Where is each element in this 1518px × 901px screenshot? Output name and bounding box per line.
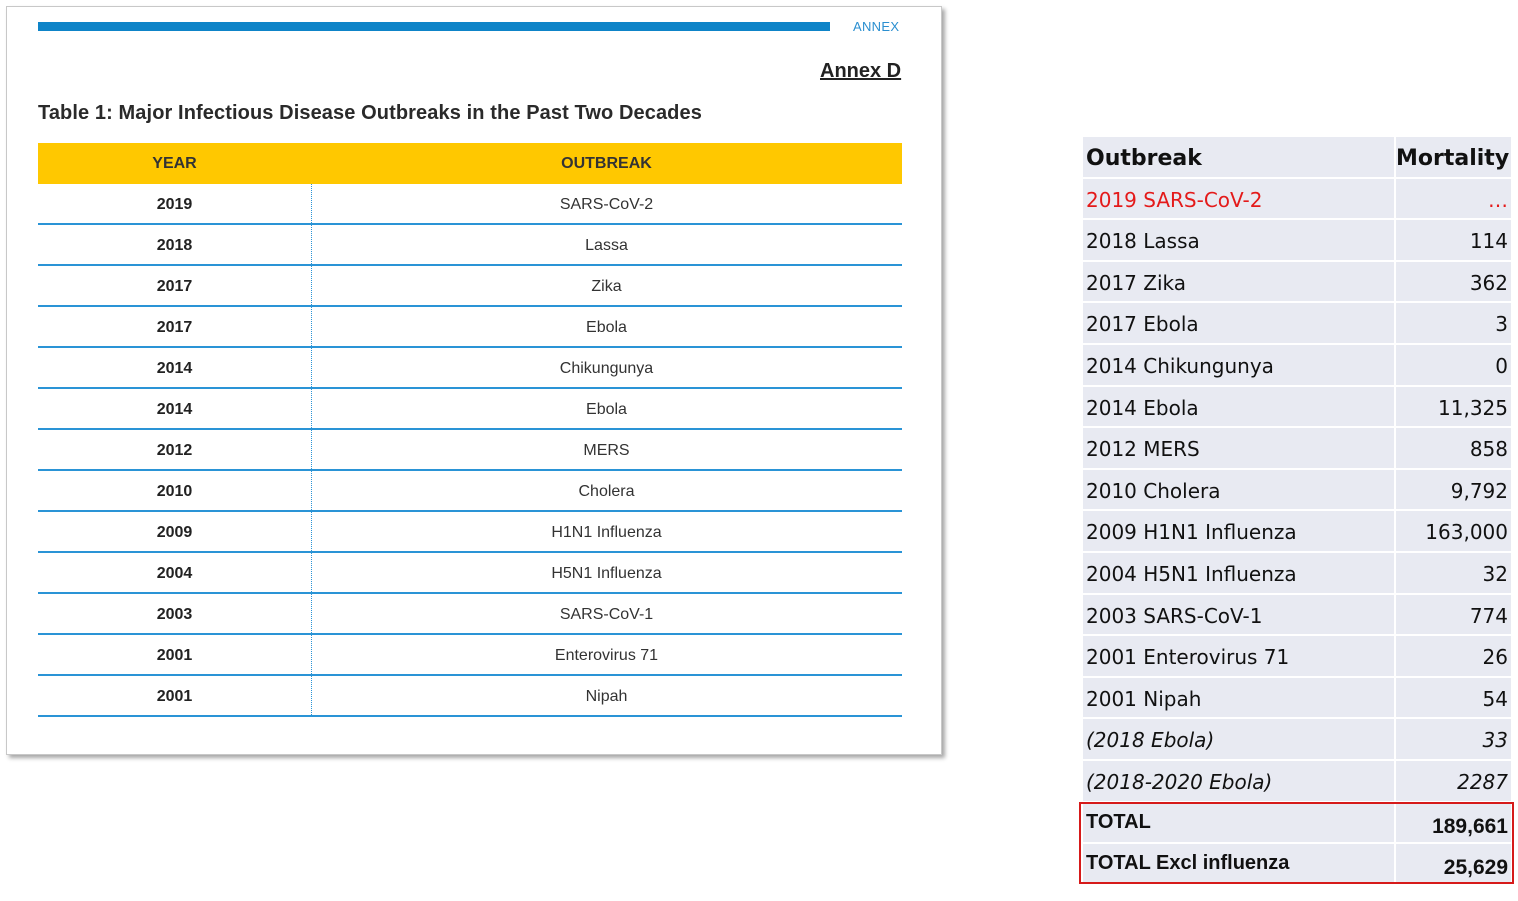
outbreak-name: 2004 H5N1 Influenza — [1083, 552, 1394, 593]
outbreak-table: YEAR OUTBREAK 2019 SARS-CoV-2 2018 Lassa 201… — [38, 143, 902, 717]
outbreak-name: 2012 MERS — [1083, 428, 1394, 468]
outbreak-column-header: OUTBREAK — [561, 155, 652, 172]
year-column-header: YEAR — [152, 155, 197, 172]
year-cell: 2014 — [156, 360, 193, 377]
year-cell: 2019 — [156, 196, 193, 213]
mortality-table: Outbreak Mortality 2019 SARS-CoV-2… 2018 … — [1083, 137, 1511, 886]
mortality-row-note: (2018 Ebola) 33 — [1083, 719, 1511, 761]
mortality-header: Mortality — [1396, 137, 1511, 177]
mortality-value: 774 — [1396, 594, 1511, 635]
table-row: 2001 Nipah — [38, 676, 902, 717]
table-row: 2010 Cholera — [38, 471, 902, 512]
outbreak-name: 2014 Chikungunya — [1083, 344, 1394, 385]
outbreak-cell: MERS — [583, 442, 630, 459]
year-cell: 2014 — [156, 401, 193, 418]
table-row: 2003 SARS-CoV-1 — [38, 594, 902, 635]
year-cell: 2003 — [156, 606, 193, 623]
outbreak-cell: Nipah — [585, 688, 628, 705]
outbreak-cell: Ebola — [586, 401, 627, 418]
mortality-row: 2017 Zika 362 — [1083, 261, 1511, 304]
mortality-row: 2001 Enterovirus 71 26 — [1083, 636, 1511, 678]
table-row: 2012 MERS — [38, 430, 902, 471]
table-row: 2009 H1N1 Influenza — [38, 512, 902, 553]
mortality-row: 2014 Chikungunya 0 — [1083, 344, 1511, 387]
table-row: 2001 Enterovirus 71 — [38, 635, 902, 676]
year-cell: 2017 — [156, 319, 193, 336]
outbreak-name: 2018 Lassa — [1083, 220, 1394, 260]
mortality-row: 2009 H1N1 Influenza 163,000 — [1083, 511, 1511, 553]
mortality-value: 32 — [1396, 552, 1511, 593]
mortality-value: 26 — [1396, 636, 1511, 676]
year-cell: 2012 — [156, 442, 193, 459]
year-cell: 2001 — [156, 647, 193, 664]
outbreak-cell: Lassa — [585, 237, 628, 254]
outbreak-cell: Ebola — [586, 319, 627, 336]
outbreak-name: (2018 Ebola) — [1083, 719, 1394, 759]
outbreak-cell: H5N1 Influenza — [551, 565, 662, 582]
year-cell: 2017 — [156, 278, 193, 295]
table-header: YEAR OUTBREAK — [38, 143, 902, 184]
mortality-row: 2017 Ebola 3 — [1083, 303, 1511, 345]
outbreak-cell: H1N1 Influenza — [551, 524, 662, 541]
outbreak-name: 2010 Cholera — [1083, 469, 1394, 510]
mortality-row: 2004 H5N1 Influenza 32 — [1083, 552, 1511, 595]
outbreak-cell: SARS-CoV-2 — [559, 196, 654, 213]
annex-tag: ANNEX — [853, 19, 900, 34]
outbreak-header: Outbreak — [1083, 137, 1394, 177]
outbreak-cell: Cholera — [578, 483, 635, 500]
table-row: 2019 SARS-CoV-2 — [38, 184, 902, 225]
mortality-value: 11,325 — [1396, 386, 1511, 427]
year-cell: 2018 — [156, 237, 193, 254]
year-cell: 2009 — [156, 524, 193, 541]
mortality-value: 114 — [1396, 220, 1511, 260]
mortality-row: 2019 SARS-CoV-2… — [1083, 178, 1511, 221]
table-row: 2018 Lassa — [38, 225, 902, 266]
outbreak-cell: Zika — [591, 278, 622, 295]
outbreak-name: 2001 Nipah — [1083, 677, 1394, 718]
mortality-row: 2018 Lassa 114 — [1083, 220, 1511, 262]
mortality-row: 2010 Cholera 9,792 — [1083, 469, 1511, 512]
outbreak-name: 2009 H1N1 Influenza — [1083, 511, 1394, 551]
outbreak-name: 2014 Ebola — [1083, 386, 1394, 427]
outbreak-name: 2003 SARS-CoV-1 — [1083, 594, 1394, 635]
outbreak-cell: SARS-CoV-1 — [559, 606, 654, 623]
annex-document: ANNEX Annex D Table 1: Major Infectious … — [6, 6, 942, 755]
header-bar — [38, 22, 830, 31]
mortality-row: 2003 SARS-CoV-1 774 — [1083, 594, 1511, 637]
outbreak-name: (2018-2020 Ebola) — [1083, 760, 1394, 801]
mortality-value: 33 — [1396, 719, 1511, 759]
mortality-row-note: (2018-2020 Ebola) 2287 — [1083, 760, 1511, 803]
table-row: 2014 Chikungunya — [38, 348, 902, 389]
mortality-value: 2287 — [1396, 760, 1511, 801]
table-row: 2017 Ebola — [38, 307, 902, 348]
annex-label: Annex D — [820, 60, 902, 82]
mortality-row: 2001 Nipah 54 — [1083, 677, 1511, 720]
mortality-row: 2012 MERS 858 — [1083, 428, 1511, 470]
outbreak-name: 2017 Zika — [1083, 261, 1394, 302]
mortality-row: 2014 Ebola 11,325 — [1083, 386, 1511, 429]
mortality-value: 362 — [1396, 261, 1511, 302]
outbreak-name: 2019 SARS-CoV-2 — [1083, 178, 1394, 219]
year-cell: 2010 — [156, 483, 193, 500]
mortality-value: … — [1396, 178, 1511, 219]
outbreak-cell: Chikungunya — [559, 360, 654, 377]
mortality-header-row: Outbreak Mortality — [1083, 137, 1511, 179]
mortality-value: 54 — [1396, 677, 1511, 718]
mortality-value: 163,000 — [1396, 511, 1511, 551]
table-row: 2017 Zika — [38, 266, 902, 307]
mortality-value: 858 — [1396, 428, 1511, 468]
table-row: 2004 H5N1 Influenza — [38, 553, 902, 594]
table-title: Table 1: Major Infectious Disease Outbre… — [38, 102, 702, 124]
outbreak-name: 2001 Enterovirus 71 — [1083, 636, 1394, 676]
table-row: 2014 Ebola — [38, 389, 902, 430]
year-cell: 2001 — [156, 688, 193, 705]
outbreak-cell: Enterovirus 71 — [554, 647, 659, 664]
mortality-value: 0 — [1396, 344, 1511, 385]
mortality-value: 9,792 — [1396, 469, 1511, 510]
totals-highlight-box — [1079, 802, 1514, 884]
year-cell: 2004 — [156, 565, 193, 582]
mortality-value: 3 — [1396, 303, 1511, 343]
outbreak-name: 2017 Ebola — [1083, 303, 1394, 343]
